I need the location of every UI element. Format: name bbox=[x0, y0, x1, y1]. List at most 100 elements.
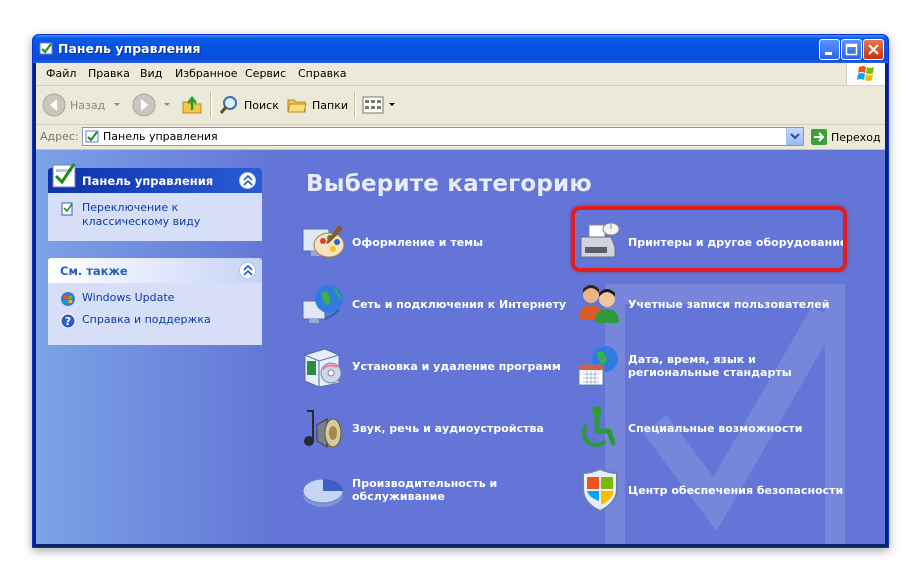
back-label: Назад bbox=[70, 98, 106, 112]
back-dropdown-icon[interactable] bbox=[114, 103, 120, 106]
help-icon: ? bbox=[60, 313, 76, 329]
classic-view-icon bbox=[61, 202, 73, 216]
address-bar: Адрес: Панель управления Переход bbox=[36, 125, 885, 150]
category-appearance-themes[interactable]: Оформление и темы bbox=[299, 217, 483, 267]
security-shield-icon bbox=[582, 467, 618, 513]
menu-bar: Файл Правка Вид Избранное Сервис Справка bbox=[36, 63, 885, 86]
category-accessibility-label: Специальные возможности bbox=[628, 421, 803, 435]
category-network-internet-label: Сеть и подключения к Интернету bbox=[352, 297, 567, 311]
performance-pie-icon bbox=[302, 478, 344, 507]
views-dropdown-icon[interactable] bbox=[389, 103, 395, 106]
category-performance-maintenance[interactable]: Производительность и обслуживание bbox=[299, 465, 502, 515]
forward-button[interactable] bbox=[132, 92, 156, 118]
go-button[interactable]: Переход bbox=[810, 128, 881, 146]
date-time-globe-icon bbox=[578, 346, 618, 386]
control-panel-section-header[interactable]: Панель управления bbox=[48, 163, 262, 193]
menu-file[interactable]: Файл bbox=[46, 67, 76, 80]
page-title: Выберите категорию bbox=[306, 171, 592, 197]
see-also-title: См. также bbox=[60, 264, 128, 278]
search-icon bbox=[219, 96, 237, 114]
forward-dropdown-icon[interactable] bbox=[164, 103, 170, 106]
task-pane: Панель управления Переключение к классич… bbox=[36, 150, 276, 544]
maximize-icon bbox=[845, 43, 858, 56]
menu-tools[interactable]: Сервис bbox=[245, 67, 286, 80]
control-panel-section: Панель управления Переключение к классич… bbox=[48, 163, 262, 241]
folders-label: Папки bbox=[312, 98, 348, 112]
go-label: Переход bbox=[831, 130, 881, 144]
control-panel-window: Панель управления Файл Правка Вид Избран… bbox=[32, 34, 889, 548]
menu-view[interactable]: Вид bbox=[140, 67, 162, 80]
add-remove-programs-icon bbox=[304, 348, 342, 388]
users-icon bbox=[579, 285, 619, 323]
category-security-center-label: Центр обеспечения безопасности bbox=[628, 483, 844, 497]
views-grid-icon bbox=[362, 96, 384, 114]
chevron-up-icon bbox=[243, 175, 253, 186]
minimize-button[interactable] bbox=[819, 39, 840, 60]
appearance-themes-icon bbox=[302, 225, 345, 258]
close-button[interactable] bbox=[863, 39, 884, 60]
switch-classic-view-link[interactable]: Переключение к классическому виду bbox=[60, 201, 252, 229]
maximize-button[interactable] bbox=[841, 39, 862, 60]
see-also-section: См. также Windows Update ? Справка и под… bbox=[48, 258, 262, 345]
close-icon bbox=[868, 44, 879, 55]
category-user-accounts[interactable]: Учетные записи пользователей bbox=[575, 279, 829, 329]
title-bar[interactable]: Панель управления bbox=[33, 35, 888, 63]
back-arrow-icon bbox=[42, 93, 66, 117]
control-panel-section-title: Панель управления bbox=[82, 174, 214, 188]
menu-help[interactable]: Справка bbox=[298, 67, 346, 80]
category-network-internet[interactable]: Сеть и подключения к Интернету bbox=[299, 279, 566, 329]
network-globe-icon bbox=[302, 285, 343, 323]
toolbar-separator bbox=[210, 92, 212, 118]
collapse-button[interactable] bbox=[239, 172, 256, 189]
search-button[interactable]: Поиск bbox=[218, 92, 279, 118]
highlight-frame bbox=[571, 206, 847, 272]
help-support-link[interactable]: ? Справка и поддержка bbox=[60, 313, 252, 329]
category-sound-speech-audio[interactable]: Звук, речь и аудиоустройства bbox=[299, 403, 544, 453]
category-user-accounts-label: Учетные записи пользователей bbox=[628, 297, 830, 311]
category-sound-speech-audio-label: Звук, речь и аудиоустройства bbox=[352, 421, 544, 435]
windows-update-link[interactable]: Windows Update bbox=[60, 291, 252, 307]
category-date-time-language[interactable]: Дата, время, язык и региональные стандар… bbox=[575, 341, 838, 391]
chevron-down-icon bbox=[790, 133, 800, 140]
windows-logo bbox=[846, 63, 885, 85]
toolbar-separator bbox=[354, 92, 356, 118]
address-label: Адрес: bbox=[40, 130, 79, 143]
category-add-remove-programs[interactable]: Установка и удаление программ bbox=[299, 341, 561, 391]
up-folder-icon bbox=[182, 95, 202, 114]
switch-classic-view-label: Переключение к классическому виду bbox=[82, 201, 201, 228]
search-label: Поиск bbox=[244, 98, 279, 112]
collapse-button[interactable] bbox=[239, 262, 256, 279]
control-panel-large-icon bbox=[52, 163, 76, 188]
windows-update-label: Windows Update bbox=[82, 291, 175, 304]
content-area: Панель управления Переключение к классич… bbox=[36, 150, 885, 544]
control-panel-app-icon bbox=[39, 42, 53, 55]
address-dropdown-button[interactable] bbox=[786, 128, 803, 145]
category-date-time-language-label: Дата, время, язык и региональные стандар… bbox=[628, 353, 792, 379]
forward-arrow-icon bbox=[132, 93, 156, 117]
accessibility-icon bbox=[581, 406, 616, 448]
window-title: Панель управления bbox=[58, 41, 201, 56]
windows-update-icon bbox=[61, 292, 75, 306]
menu-favorites[interactable]: Избранное bbox=[175, 67, 237, 80]
address-input[interactable]: Панель управления bbox=[82, 127, 804, 146]
go-arrow-icon bbox=[811, 129, 827, 145]
see-also-section-header[interactable]: См. также bbox=[48, 258, 262, 283]
back-button[interactable]: Назад bbox=[42, 92, 105, 118]
views-button[interactable] bbox=[361, 92, 385, 118]
category-security-center[interactable]: Центр обеспечения безопасности bbox=[575, 465, 843, 515]
category-add-remove-programs-label: Установка и удаление программ bbox=[352, 359, 561, 373]
window-body: Файл Правка Вид Избранное Сервис Справка bbox=[36, 63, 885, 544]
up-folder-button[interactable] bbox=[180, 92, 204, 118]
category-performance-maintenance-label: Производительность и обслуживание bbox=[352, 477, 498, 503]
chevron-up-icon bbox=[243, 265, 253, 276]
speaker-icon bbox=[304, 410, 342, 448]
svg-text:?: ? bbox=[65, 315, 71, 328]
category-accessibility[interactable]: Специальные возможности bbox=[575, 403, 802, 453]
menu-edit[interactable]: Правка bbox=[88, 67, 130, 80]
address-value: Панель управления bbox=[103, 130, 218, 143]
folders-button[interactable]: Папки bbox=[286, 92, 348, 118]
standard-toolbar: Назад Поиск Папки bbox=[36, 86, 885, 125]
control-panel-small-icon bbox=[85, 130, 99, 143]
help-support-label: Справка и поддержка bbox=[82, 313, 211, 326]
folders-icon bbox=[287, 99, 307, 113]
